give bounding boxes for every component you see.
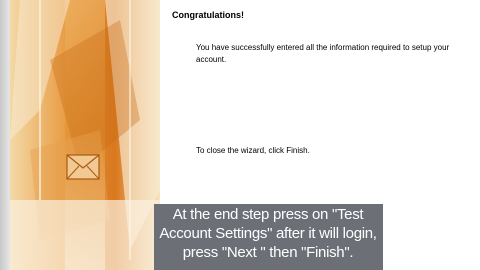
banner-artwork	[10, 0, 160, 270]
caption-line-1: At the end step press on "Test	[172, 206, 364, 223]
caption-line-3: press "Next " then "Finish".	[182, 244, 354, 261]
close-instruction: To close the wizard, click Finish.	[196, 146, 310, 155]
envelope-icon	[66, 154, 100, 180]
page-title: Congratulations!	[172, 10, 244, 20]
window-left-edge	[0, 0, 10, 270]
wizard-banner	[10, 0, 160, 270]
success-message: You have successfully entered all the in…	[196, 43, 450, 64]
caption-line-2: Account Settings" after it will login,	[159, 225, 377, 242]
